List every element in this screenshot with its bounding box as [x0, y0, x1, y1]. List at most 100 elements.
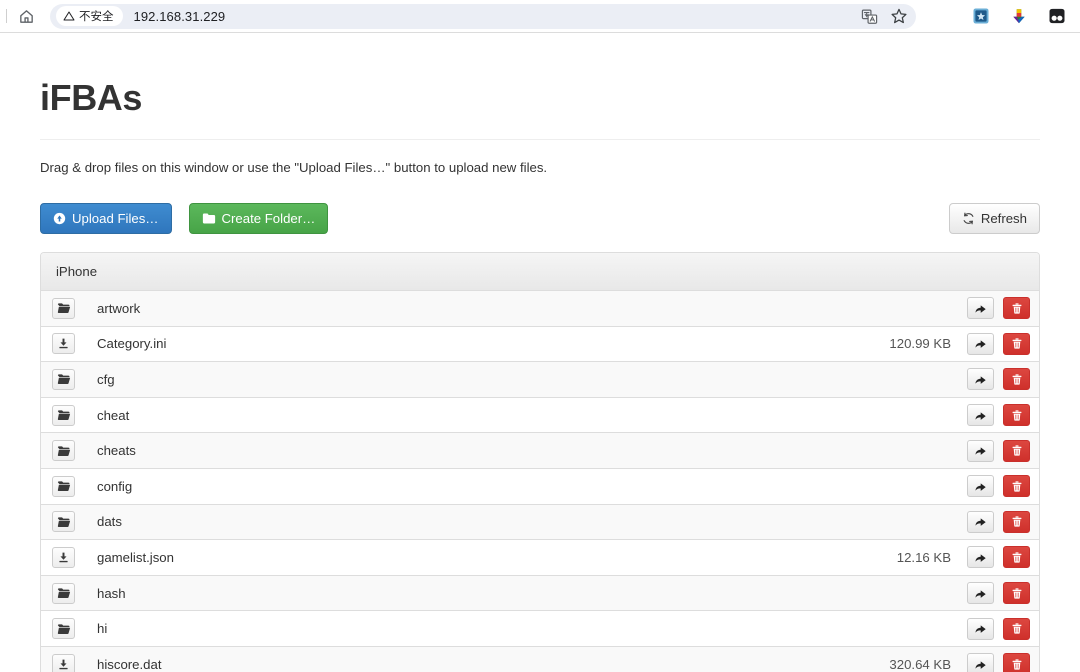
- move-button[interactable]: [967, 332, 994, 355]
- translate-icon: [861, 8, 878, 25]
- url-text: 192.168.31.229: [133, 8, 226, 24]
- delete-button[interactable]: [1003, 297, 1030, 320]
- bookmark-button[interactable]: [884, 2, 914, 30]
- move-button[interactable]: [967, 510, 994, 533]
- download-file-icon: [52, 333, 75, 355]
- trash-icon: [1011, 373, 1023, 386]
- title-divider: [40, 139, 1040, 140]
- delete-button[interactable]: [1003, 653, 1030, 672]
- file-list: artwork Category.ini 120.99 KB cfg cheat…: [41, 291, 1039, 672]
- address-bar[interactable]: 不安全 192.168.31.229: [50, 2, 916, 30]
- delete-button[interactable]: [1003, 368, 1030, 391]
- open-folder-icon: [52, 511, 75, 533]
- table-row[interactable]: config: [41, 468, 1039, 505]
- security-status-badge[interactable]: 不安全: [56, 6, 123, 26]
- share-arrow-icon: [974, 515, 987, 528]
- file-size: 12.16 KB: [896, 549, 951, 565]
- security-status-label: 不安全: [79, 11, 114, 23]
- row-actions: [967, 439, 1030, 462]
- refresh-icon: [962, 212, 975, 225]
- table-row[interactable]: hiscore.dat 320.64 KB: [41, 646, 1039, 672]
- row-actions: [967, 404, 1030, 427]
- move-button[interactable]: [967, 439, 994, 462]
- row-actions: [967, 368, 1030, 391]
- trash-icon: [1011, 337, 1023, 350]
- table-row[interactable]: dats: [41, 504, 1039, 541]
- share-arrow-icon: [974, 337, 987, 350]
- file-name: cfg: [97, 371, 115, 387]
- translate-button[interactable]: [854, 2, 884, 30]
- share-arrow-icon: [974, 480, 987, 493]
- trash-icon: [1011, 444, 1023, 457]
- table-row[interactable]: hi: [41, 611, 1039, 647]
- table-row[interactable]: cheats: [41, 433, 1039, 469]
- delete-button[interactable]: [1003, 475, 1030, 498]
- create-folder-label: Create Folder…: [221, 210, 316, 226]
- trash-icon: [1011, 409, 1023, 422]
- move-button[interactable]: [967, 297, 994, 320]
- file-name: config: [97, 478, 133, 494]
- table-row[interactable]: gamelist.json 12.16 KB: [41, 540, 1039, 576]
- share-arrow-icon: [974, 551, 987, 564]
- share-arrow-icon: [974, 622, 987, 635]
- delete-button[interactable]: [1003, 404, 1030, 427]
- move-button[interactable]: [967, 546, 994, 569]
- toolbar-left-edge: [1, 9, 7, 23]
- file-name: hi: [97, 621, 108, 637]
- download-file-icon: [52, 546, 75, 568]
- trash-icon: [1011, 302, 1023, 315]
- file-name: cheat: [97, 407, 130, 423]
- table-row[interactable]: cheat: [41, 397, 1039, 434]
- file-name: Category.ini: [97, 336, 167, 352]
- create-folder-button[interactable]: Create Folder…: [188, 203, 329, 234]
- home-icon: [18, 8, 35, 25]
- warning-triangle-icon: [63, 10, 75, 22]
- move-button[interactable]: [967, 617, 994, 640]
- delete-button[interactable]: [1003, 546, 1030, 569]
- delete-button[interactable]: [1003, 332, 1030, 355]
- move-button[interactable]: [967, 582, 994, 605]
- share-arrow-icon: [974, 587, 987, 600]
- table-row[interactable]: Category.ini 120.99 KB: [41, 326, 1039, 363]
- upload-files-button[interactable]: Upload Files…: [40, 203, 172, 234]
- file-name: hiscore.dat: [97, 656, 162, 672]
- delete-button[interactable]: [1003, 439, 1030, 462]
- share-arrow-icon: [974, 373, 987, 386]
- delete-button[interactable]: [1003, 617, 1030, 640]
- downloads-button[interactable]: [1004, 2, 1034, 30]
- open-folder-icon: [52, 618, 75, 640]
- row-actions: [967, 617, 1030, 640]
- download-arrow-icon: [1010, 7, 1028, 25]
- profile-button[interactable]: [1042, 2, 1072, 30]
- delete-button[interactable]: [1003, 582, 1030, 605]
- table-row[interactable]: cfg: [41, 362, 1039, 398]
- extension-star-icon: [972, 7, 990, 25]
- share-arrow-icon: [974, 302, 987, 315]
- row-actions: [967, 332, 1030, 355]
- extensions-toolbar: [958, 2, 1072, 30]
- table-row[interactable]: artwork: [41, 291, 1039, 327]
- home-button[interactable]: [11, 2, 41, 30]
- file-name: artwork: [97, 300, 141, 316]
- row-actions: [967, 510, 1030, 533]
- extension-button[interactable]: [966, 2, 996, 30]
- file-name: hash: [97, 585, 126, 601]
- move-button[interactable]: [967, 404, 994, 427]
- open-folder-icon: [52, 368, 75, 390]
- trash-icon: [1011, 551, 1023, 564]
- page-lead-text: Drag & drop files on this window or use …: [40, 160, 548, 175]
- page-container: iFBAs Drag & drop files on this window o…: [0, 77, 1080, 672]
- profile-avatar-icon: [1047, 6, 1067, 26]
- open-folder-icon: [52, 297, 75, 319]
- open-folder-icon: [52, 475, 75, 497]
- open-folder-icon: [52, 582, 75, 604]
- move-button[interactable]: [967, 368, 994, 391]
- refresh-button[interactable]: Refresh: [948, 203, 1040, 234]
- panel-heading: iPhone: [41, 253, 1039, 291]
- move-button[interactable]: [967, 475, 994, 498]
- table-row[interactable]: hash: [41, 575, 1039, 612]
- delete-button[interactable]: [1003, 510, 1030, 533]
- move-button[interactable]: [967, 653, 994, 672]
- open-folder-icon: [52, 440, 75, 462]
- file-size: 320.64 KB: [889, 656, 951, 672]
